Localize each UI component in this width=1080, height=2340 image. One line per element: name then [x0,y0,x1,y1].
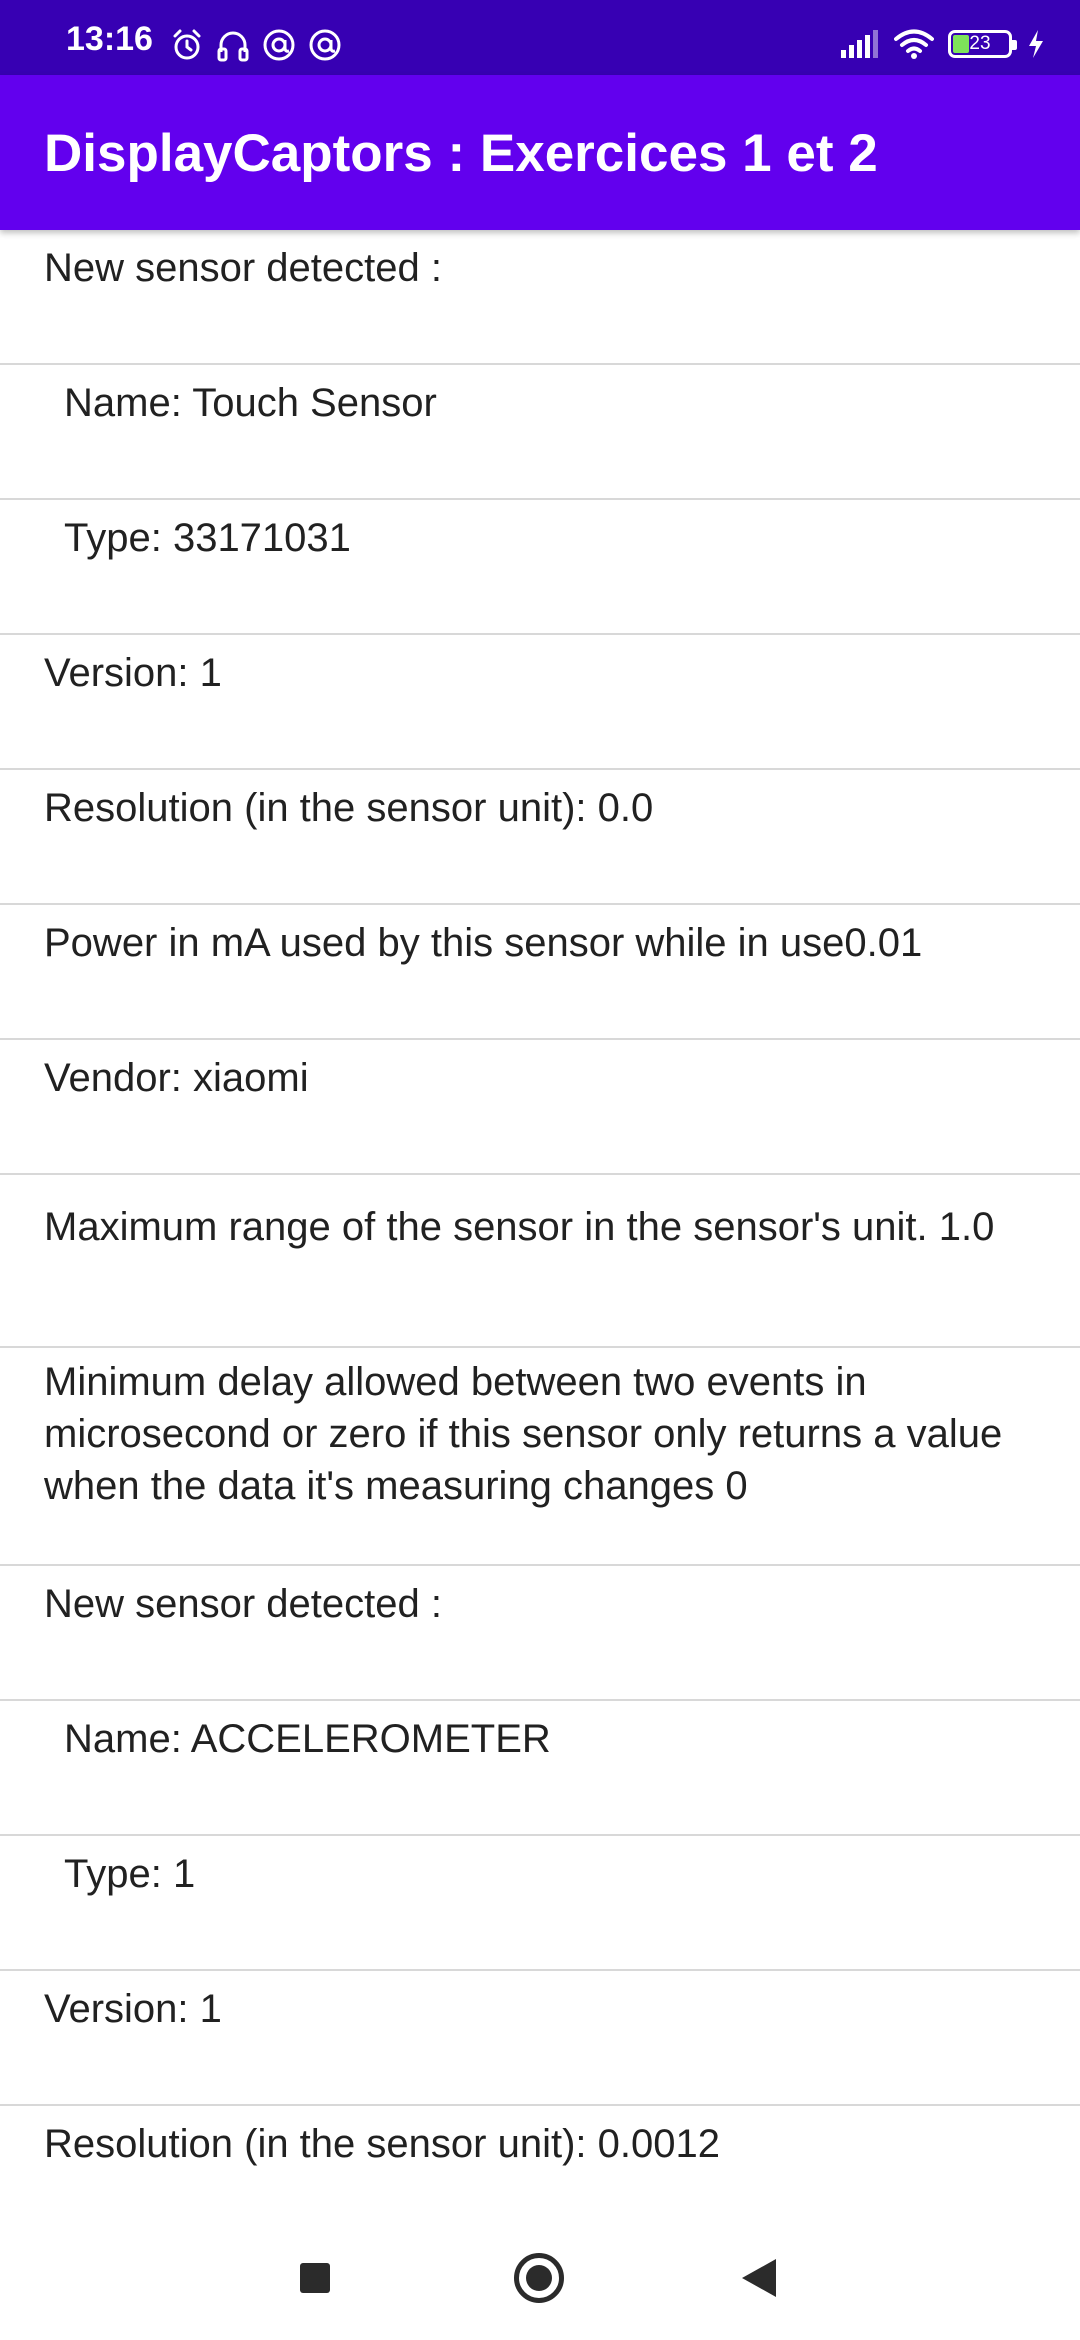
at-notification-icon-2 [309,29,341,61]
list-item: Resolution (in the sensor unit): 0.0 [0,770,1080,905]
list-item: New sensor detected : [0,230,1080,365]
list-item-text: Version: 1 [44,651,222,695]
list-item-text: Name: Touch Sensor [64,381,437,425]
status-icons-left [170,28,342,62]
list-item: Power in mA used by this sensor while in… [0,905,1080,1040]
list-item: Type: 33171031 [0,500,1080,635]
list-item-text: Type: 33171031 [64,516,351,560]
list-item: Version: 1 [0,1971,1080,2106]
home-button[interactable] [514,2253,564,2303]
recents-button[interactable] [300,2263,330,2293]
list-item-text: Vendor: xiaomi [44,1056,309,1100]
app-bar: DisplayCaptors : Exercices 1 et 2 [0,75,1080,230]
battery-percent: 23 [969,33,991,54]
list-item-text: Version: 1 [44,1987,222,2031]
app-title: DisplayCaptors : Exercices 1 et 2 [44,124,878,183]
charging-icon [1029,30,1043,58]
list-item-text: Name: ACCELEROMETER [64,1717,551,1761]
list-item: Resolution (in the sensor unit): 0.0012 [0,2106,1080,2230]
battery-icon: 23 [948,30,1017,58]
at-notification-icon [263,29,295,61]
list-item-text: New sensor detected : [44,1582,442,1626]
list-item-text: Minimum delay allowed between two events… [44,1360,1003,1508]
list-item: Type: 1 [0,1836,1080,1971]
list-item-text: Type: 1 [64,1852,196,1896]
list-item: Name: Touch Sensor [0,365,1080,500]
list-item-text: Resolution (in the sensor unit): 0.0 [44,786,654,830]
list-item-text: Resolution (in the sensor unit): 0.0012 [44,2122,720,2166]
wifi-icon [894,29,934,59]
list-item: New sensor detected : [0,1566,1080,1701]
list-item: Version: 1 [0,635,1080,770]
list-item: Name: ACCELEROMETER [0,1701,1080,1836]
headset-icon [217,31,249,62]
navigation-bar [0,2215,1080,2340]
list-item: Minimum delay allowed between two events… [0,1348,1080,1566]
list-item-text: Maximum range of the sensor in the senso… [44,1205,995,1249]
signal-icon [841,30,878,58]
status-bar: 13:16 23 [0,0,1080,75]
alarm-icon [173,29,201,60]
status-icons-right: 23 [840,28,1046,60]
status-time: 13:16 [66,20,153,58]
list-item-text: Power in mA used by this sensor while in… [44,921,923,965]
list-item-text: New sensor detected : [44,246,442,290]
list-item: Maximum range of the sensor in the senso… [0,1175,1080,1348]
list-item: Vendor: xiaomi [0,1040,1080,1175]
back-button[interactable] [742,2259,776,2297]
battery-tip [1012,40,1017,50]
sensor-list[interactable]: New sensor detected : Name: Touch Sensor… [0,230,1080,2230]
